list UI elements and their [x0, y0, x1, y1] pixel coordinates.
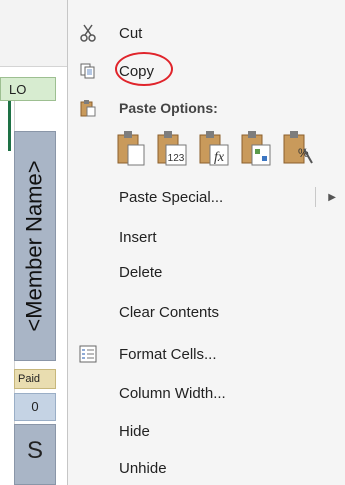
menu-item-copy[interactable]: Copy	[68, 56, 345, 86]
row-gutter	[0, 101, 15, 467]
format-cells-icon	[79, 345, 97, 363]
column-width-label: Column Width...	[119, 384, 226, 402]
menu-item-format-cells[interactable]: Format Cells...	[68, 339, 345, 369]
paste-formulas-icon[interactable]: fx	[198, 129, 230, 169]
paste-options-label: Paste Options:	[119, 100, 218, 116]
chevron-right-icon: ▶	[328, 191, 336, 203]
paste-icon[interactable]	[116, 129, 148, 169]
s-cell[interactable]: S	[14, 424, 56, 485]
paste-special-label: Paste Special...	[119, 188, 224, 206]
paste-formatting-icon[interactable]: %	[282, 129, 314, 169]
scissors-icon	[80, 24, 96, 42]
clipboard-icon	[80, 100, 96, 117]
menu-item-hide[interactable]: Hide	[68, 416, 345, 446]
zero-cell[interactable]: 0	[14, 393, 56, 421]
paid-cell[interactable]: Paid	[14, 369, 56, 389]
menu-item-clear-contents[interactable]: Clear Contents	[68, 297, 345, 327]
menu-item-cut[interactable]: Cut	[68, 18, 345, 48]
column-header-lo[interactable]: LO	[0, 77, 56, 101]
paste-transpose-icon[interactable]	[240, 129, 272, 169]
context-menu: Cut Copy Paste Options: 123 fx % Paste S…	[67, 0, 345, 485]
paste-options-row: 123 fx %	[116, 129, 345, 173]
ribbon-strip	[0, 0, 70, 67]
menu-item-unhide[interactable]: Unhide	[68, 453, 345, 483]
menu-item-paste-special[interactable]: Paste Special... ▶	[68, 182, 345, 212]
insert-label: Insert	[119, 228, 157, 246]
paste-values-icon[interactable]: 123	[156, 129, 188, 169]
hide-label: Hide	[119, 422, 150, 440]
clear-contents-label: Clear Contents	[119, 303, 220, 321]
member-name-header: <Member Name>	[22, 160, 47, 332]
menu-item-insert[interactable]: Insert	[68, 222, 345, 252]
unhide-label: Unhide	[119, 459, 167, 477]
format-cells-label: Format Cells...	[119, 345, 217, 363]
selection-border	[8, 101, 11, 151]
submenu-separator	[315, 187, 316, 207]
svg-text:fx: fx	[214, 150, 225, 165]
delete-label: Delete	[119, 263, 163, 281]
paste-options-header: Paste Options:	[68, 93, 345, 123]
menu-item-delete[interactable]: Delete	[68, 257, 345, 287]
copy-icon	[80, 63, 95, 79]
spreadsheet-area: LO <Member Name> Paid 0 S	[0, 0, 70, 485]
svg-text:123: 123	[168, 153, 185, 164]
copy-highlight-circle	[115, 52, 173, 86]
member-name-text-wrap: <Member Name>	[14, 131, 56, 361]
cut-label: Cut	[119, 24, 143, 42]
menu-item-column-width[interactable]: Column Width...	[68, 378, 345, 408]
